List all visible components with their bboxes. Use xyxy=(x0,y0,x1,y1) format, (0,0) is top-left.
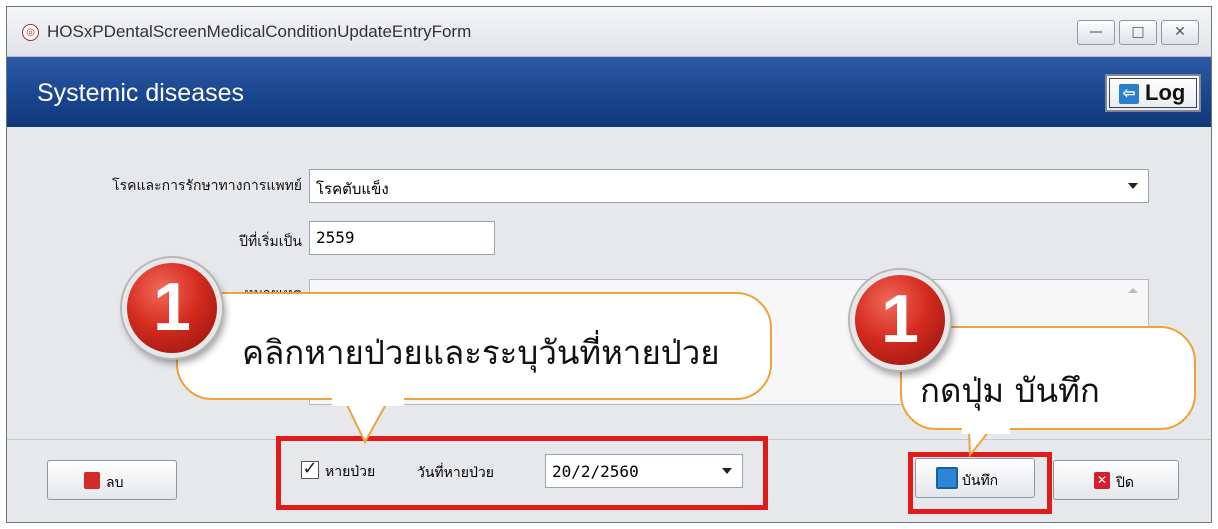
trash-icon xyxy=(84,472,100,489)
log-button[interactable]: ⇦ Log xyxy=(1105,74,1201,112)
save-highlight xyxy=(908,452,1052,514)
callout-text: กดปุ่ม บันทึก xyxy=(920,371,1100,410)
maximize-button[interactable]: □ xyxy=(1119,20,1157,45)
disease-select-value: โรคตับแข็ง xyxy=(316,180,389,198)
close-icon: ✕ xyxy=(1094,472,1110,489)
form-header: Systemic diseases ⇦ Log xyxy=(7,57,1211,127)
callout-text: คลิกหายป่วยและระบุวันที่หายป่วย xyxy=(242,333,720,372)
minimize-button[interactable]: — xyxy=(1077,20,1115,45)
window-title: HOSxPDentalScreenMedicalConditionUpdateE… xyxy=(47,22,472,41)
page-title: Systemic diseases xyxy=(37,79,245,107)
close-window-button[interactable]: ✕ xyxy=(1161,20,1199,45)
start-year-input[interactable]: 2559 xyxy=(309,221,495,255)
app-icon: ◎ xyxy=(22,24,39,41)
disease-select[interactable]: โรคตับแข็ง xyxy=(309,169,1149,203)
title-bar: ◎ HOSxPDentalScreenMedicalConditionUpdat… xyxy=(7,7,1211,57)
close-button-label: ปิด xyxy=(1116,475,1134,491)
disease-label: โรคและการรักษาทางการแพทย์ xyxy=(112,178,302,194)
callout-pointer-joint xyxy=(962,426,1010,434)
scroll-up-icon[interactable] xyxy=(1128,288,1138,293)
delete-button[interactable]: ลบ xyxy=(47,460,177,500)
log-icon: ⇦ xyxy=(1119,84,1139,104)
chevron-down-icon xyxy=(1128,183,1138,189)
recovered-highlight xyxy=(276,436,768,510)
delete-button-label: ลบ xyxy=(106,475,124,491)
start-year-label: ปีที่เริ่มเป็น xyxy=(239,234,302,250)
log-button-label: Log xyxy=(1145,80,1186,105)
step-number-badge: 1 xyxy=(850,270,950,370)
close-button[interactable]: ✕ ปิด xyxy=(1053,460,1179,500)
step-number-badge: 1 xyxy=(122,258,222,358)
callout-pointer-joint xyxy=(332,396,404,406)
